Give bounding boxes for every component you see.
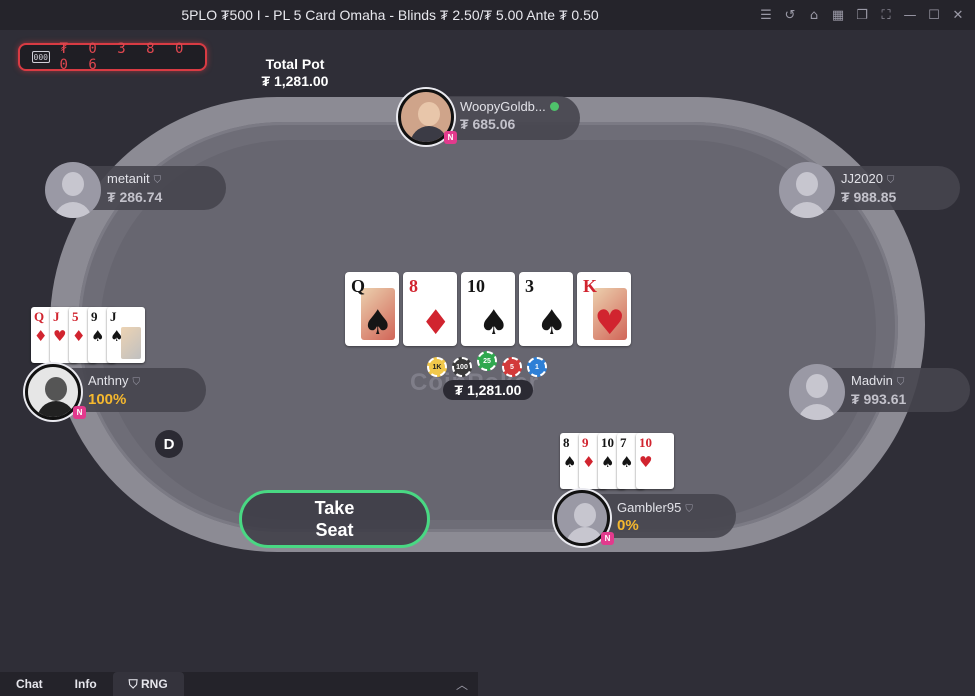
- card-rank: 8: [409, 276, 418, 296]
- shield-icon: ⛉: [886, 175, 895, 186]
- card-rank: J: [53, 309, 60, 324]
- shield-icon: ⛉: [132, 377, 140, 388]
- list-icon[interactable]: ☰: [757, 6, 775, 24]
- card-suit-icon: ♠: [563, 453, 577, 471]
- player-name-right-top: JJ2020 ⛉: [841, 171, 895, 186]
- card-suit-icon: ♠: [478, 303, 509, 343]
- card-suit-icon: ♠: [91, 327, 105, 345]
- player-name-top: WoopyGoldb...: [460, 99, 559, 114]
- network-badge: N: [601, 532, 614, 545]
- card-suit-icon: ♠: [110, 327, 124, 345]
- network-badge: N: [444, 131, 457, 144]
- hole-card: 10 ♥: [636, 433, 674, 489]
- card-suit-icon: ♦: [582, 453, 596, 471]
- board-card: 10 ♠: [461, 272, 515, 346]
- tab-info[interactable]: Info: [59, 672, 113, 696]
- player-name-right: Madvin ⛉: [851, 373, 905, 388]
- chip: 25: [477, 351, 497, 371]
- card-suit-icon: ♠: [536, 303, 567, 343]
- card-rank: 9: [91, 309, 98, 324]
- shield-icon: ⛉: [128, 677, 142, 691]
- player-stack-top: ₮ 685.06: [460, 116, 516, 132]
- counter-value: ₮ 0 3 8 0 0 6: [59, 41, 190, 73]
- card-suit-icon: ♥: [639, 453, 653, 471]
- shield-icon: ⛉: [896, 377, 905, 388]
- jackpot-counter[interactable]: 000 ₮ 0 3 8 0 0 6: [18, 41, 207, 73]
- board-card: 3 ♠: [519, 272, 573, 346]
- card-suit-icon: ♦: [72, 327, 86, 345]
- tab-chat[interactable]: Chat: [0, 672, 59, 696]
- hole-card: J ♠: [107, 307, 145, 363]
- lobby-icon[interactable]: ⌂: [805, 6, 823, 24]
- card-suit-icon: ♦: [34, 327, 48, 345]
- close-icon[interactable]: ✕: [949, 6, 967, 24]
- take-seat-button[interactable]: Take Seat: [239, 490, 430, 548]
- pot-amount: ₮ 1,281.00: [443, 380, 533, 400]
- card-suit-icon: ♥: [594, 303, 625, 343]
- card-suit-icon: ♠: [620, 453, 634, 471]
- card-rank: 10: [639, 435, 652, 450]
- card-rank: J: [110, 309, 117, 324]
- player-name-hero: Gambler95 ⛉: [617, 500, 693, 515]
- card-suit-icon: ♥: [53, 327, 67, 345]
- card-rank: 3: [525, 276, 534, 296]
- player-stack-right-top: ₮ 988.85: [841, 189, 897, 205]
- avatar[interactable]: [45, 162, 101, 218]
- history-icon[interactable]: ↺: [781, 6, 799, 24]
- grid-icon[interactable]: ▦: [829, 6, 847, 24]
- cascade-icon[interactable]: ❐: [853, 6, 871, 24]
- player-stack-right: ₮ 993.61: [851, 391, 907, 407]
- board-card: K ♥: [577, 272, 631, 346]
- shield-icon: ⛉: [153, 175, 162, 186]
- player-stack-left-top: ₮ 286.74: [107, 189, 163, 205]
- counter-icon: 000: [32, 51, 50, 63]
- total-pot: Total Pot ₮ 1,281.00: [255, 56, 335, 89]
- minimize-icon[interactable]: —: [901, 6, 919, 24]
- maximize-icon[interactable]: ☐: [925, 6, 943, 24]
- tab-rng[interactable]: ⛉ RNG: [112, 672, 184, 696]
- title-bar: 5PLO ₮500 I - PL 5 Card Omaha - Blinds ₮…: [0, 0, 975, 30]
- card-suit-icon: ♠: [601, 453, 615, 471]
- card-rank: 10: [467, 276, 485, 296]
- chevron-up-icon[interactable]: ︿: [456, 676, 468, 693]
- card-rank: K: [583, 276, 598, 296]
- total-pot-value: ₮ 1,281.00: [261, 73, 329, 89]
- avatar[interactable]: [779, 162, 835, 218]
- fullscreen-icon[interactable]: ⛶: [877, 6, 895, 24]
- online-icon: [549, 102, 559, 111]
- board-card: 8 ♦: [403, 272, 457, 346]
- bottom-tabs: Chat Info ⛉ RNG ︿: [0, 672, 478, 696]
- card-rank: 8: [563, 435, 570, 450]
- player-percent-hero: 0%: [617, 517, 639, 534]
- chip: 1K: [427, 357, 447, 377]
- avatar[interactable]: [789, 364, 845, 420]
- network-badge: N: [73, 406, 86, 419]
- card-rank: 9: [582, 435, 589, 450]
- chip: 1: [527, 357, 547, 377]
- player-name-left: Anthny ⛉: [88, 373, 140, 388]
- card-rank: 10: [601, 435, 614, 450]
- card-suit-icon: ♠: [362, 303, 393, 343]
- card-rank: Q: [34, 309, 45, 324]
- dealer-button: D: [155, 430, 183, 458]
- card-rank: 5: [72, 309, 79, 324]
- window-title: 5PLO ₮500 I - PL 5 Card Omaha - Blinds ₮…: [181, 7, 599, 23]
- card-rank: Q: [351, 276, 366, 296]
- shield-icon: ⛉: [685, 504, 693, 515]
- card-rank: 7: [620, 435, 627, 450]
- chip: 100: [452, 357, 472, 377]
- window-controls: ☰ ↺ ⌂ ▦ ❐ ⛶ — ☐ ✕: [757, 6, 967, 24]
- player-percent-left: 100%: [88, 391, 127, 408]
- chip: 5: [502, 357, 522, 377]
- player-name-left-top: metanit ⛉: [107, 171, 162, 186]
- card-suit-icon: ♦: [420, 303, 451, 343]
- board-card: Q ♠: [345, 272, 399, 346]
- total-pot-label: Total Pot: [265, 56, 325, 72]
